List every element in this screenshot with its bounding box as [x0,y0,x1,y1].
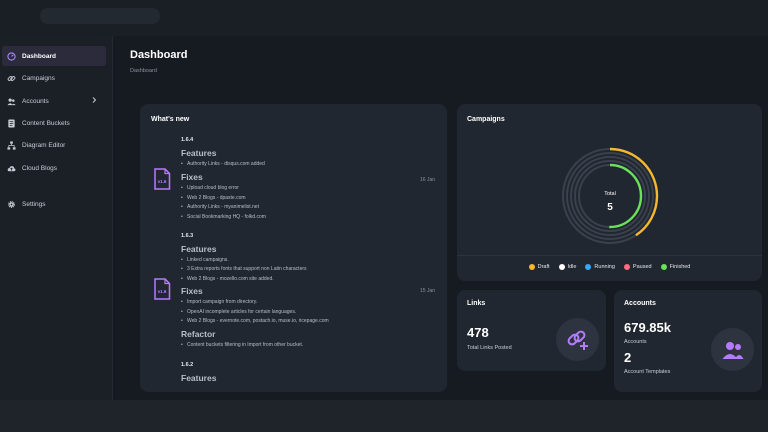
whats-new-card: What's new 1.6.4 Features Authority Link… [140,104,447,392]
accounts-title: Accounts [624,300,656,307]
legend-item-paused[interactable]: Paused [623,264,652,270]
card-divider [457,255,762,256]
sidebar-item-cloud-blogs[interactable]: Cloud Blogs [2,158,106,178]
document-icon [6,118,16,128]
donut-total-label: Total [604,191,616,197]
legend-dot [585,264,592,270]
legend-label: Finished [669,264,691,270]
top-bar [0,0,768,36]
sidebar: Dashboard Campaigns Accounts Content Buc… [0,36,113,400]
legend-item-running[interactable]: Running [585,264,615,270]
list-item: Authority Links - disqus.com added [181,161,265,167]
links-card: Links 478 Total Links Posted [457,290,606,371]
version-file-label: v1.6 [158,179,167,184]
sidebar-item-label: Campaigns [22,74,55,82]
release-date: 16 Jan [420,177,436,183]
account-templates-count: 2 [624,350,632,365]
release-version: 1.6.4 [181,137,194,143]
gear-icon [6,199,16,209]
version-file-icon: v1.6 [154,278,171,300]
release-date: 15 Jan [420,288,436,294]
legend-label: Draft [537,264,550,270]
fixes-heading: Fixes [181,286,203,296]
fixes-heading: Fixes [181,172,203,182]
account-templates-label: Account Templates [624,369,671,375]
sidebar-item-settings[interactable]: Settings [2,194,106,214]
page-title: Dashboard [130,49,188,61]
release-version: 1.6.3 [181,233,194,239]
list-item: Web 2 Blogs - mozello.com site added. [181,276,274,282]
accounts-count-label: Accounts [624,339,647,345]
sidebar-item-label: Cloud Blogs [22,164,58,172]
list-item: Content buckets filtering in Import from… [181,342,303,348]
links-count: 478 [467,325,489,340]
diagram-icon [6,140,16,150]
sidebar-item-label: Accounts [22,97,49,105]
list-item: OpenAI incomplete articles for certain l… [181,309,296,315]
list-item: Upload cloud blog error [181,185,239,191]
donut-total-value: 5 [607,202,613,213]
list-item: 3 Extra reports fonts that support non L… [181,266,307,272]
list-item: Web 2 Blogs - dpaste.com [181,195,246,201]
list-item: Linked campaigns. [181,257,229,263]
sidebar-item-diagram-editor[interactable]: Diagram Editor [2,135,106,155]
features-heading: Features [181,148,217,158]
accounts-card: Accounts 679.85k Accounts 2 Account Temp… [614,290,762,392]
legend-dot [558,264,565,270]
link-add-icon [556,318,599,361]
campaigns-card: Campaigns Total 5 Draft Idle Running Pau… [457,104,762,281]
bottom-bar [0,400,768,432]
sidebar-item-accounts[interactable]: Accounts [2,91,106,111]
list-item: Authority Links - myanimelist.net [181,204,259,210]
version-file-icon: v1.6 [154,168,171,190]
sidebar-item-campaigns[interactable]: Campaigns [2,68,106,88]
list-item: Import campaign from directory. [181,299,257,305]
legend-item-draft[interactable]: Draft [528,264,550,270]
dashboard-gauge-icon [6,51,16,61]
sidebar-item-label: Dashboard [22,52,56,60]
legend-dot [623,264,630,270]
features-heading: Features [181,373,217,383]
list-item: Web 2 Blogs - evernote.com, postach.io, … [181,318,329,324]
chevron-right-icon[interactable] [90,96,98,104]
legend-item-idle[interactable]: Idle [558,264,577,270]
refactor-heading: Refactor [181,329,216,339]
release-version: 1.6.2 [181,362,194,368]
legend-dot [660,264,667,270]
users-icon [6,96,16,106]
features-heading: Features [181,244,217,254]
campaigns-title: Campaigns [467,116,505,123]
legend-item-finished[interactable]: Finished [660,264,691,270]
legend-label: Paused [632,264,652,270]
links-title: Links [467,300,486,307]
list-item: Social Bookmarking HQ - folkd.com [181,214,266,220]
accounts-count: 679.85k [624,320,671,335]
link-icon [6,73,16,83]
legend-label: Idle [567,264,577,270]
sidebar-item-label: Settings [22,200,46,208]
top-bar-blurred-area [40,8,160,24]
sidebar-item-dashboard[interactable]: Dashboard [2,46,106,66]
legend-label: Running [594,264,615,270]
users-icon [711,328,754,371]
sidebar-item-label: Content Buckets [22,119,70,127]
cloud-upload-icon [6,163,16,173]
links-count-label: Total Links Posted [467,345,512,351]
version-file-label: v1.6 [158,289,167,294]
breadcrumb[interactable]: Dashboard [130,68,157,74]
whats-new-title: What's new [151,116,190,123]
sidebar-item-label: Diagram Editor [22,141,66,149]
sidebar-item-content-buckets[interactable]: Content Buckets [2,113,106,133]
campaigns-legend: Draft Idle Running Paused Finished [457,264,762,270]
legend-dot [528,264,535,270]
